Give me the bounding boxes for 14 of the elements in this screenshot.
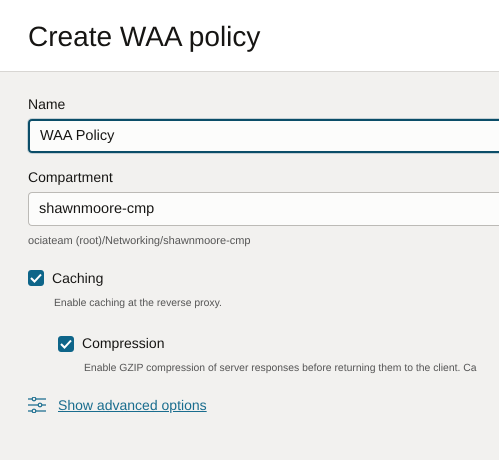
option-description: Enable GZIP compression of server responses before returning them to the client. Ca bbox=[84, 362, 478, 376]
field-label: Name bbox=[28, 95, 66, 114]
text-field[interactable]: shawnmoore-cmp bbox=[28, 192, 499, 226]
sliders-icon[interactable] bbox=[28, 397, 46, 414]
checkbox[interactable] bbox=[58, 336, 74, 352]
field-label: Compartment bbox=[28, 168, 114, 187]
text-field[interactable]: WAA Policy bbox=[28, 119, 499, 153]
checkbox-label: Caching bbox=[52, 268, 104, 288]
field-hint: ociateam (root)/Networking/shawnmoore-cmp bbox=[28, 234, 252, 249]
checkbox-label: Compression bbox=[82, 334, 164, 354]
page-title: Create WAA policy bbox=[28, 20, 262, 54]
checkbox[interactable] bbox=[28, 270, 44, 286]
advanced-options-link[interactable]: Show advanced options bbox=[58, 394, 207, 416]
option-description: Enable caching at the reverse proxy. bbox=[54, 296, 223, 310]
